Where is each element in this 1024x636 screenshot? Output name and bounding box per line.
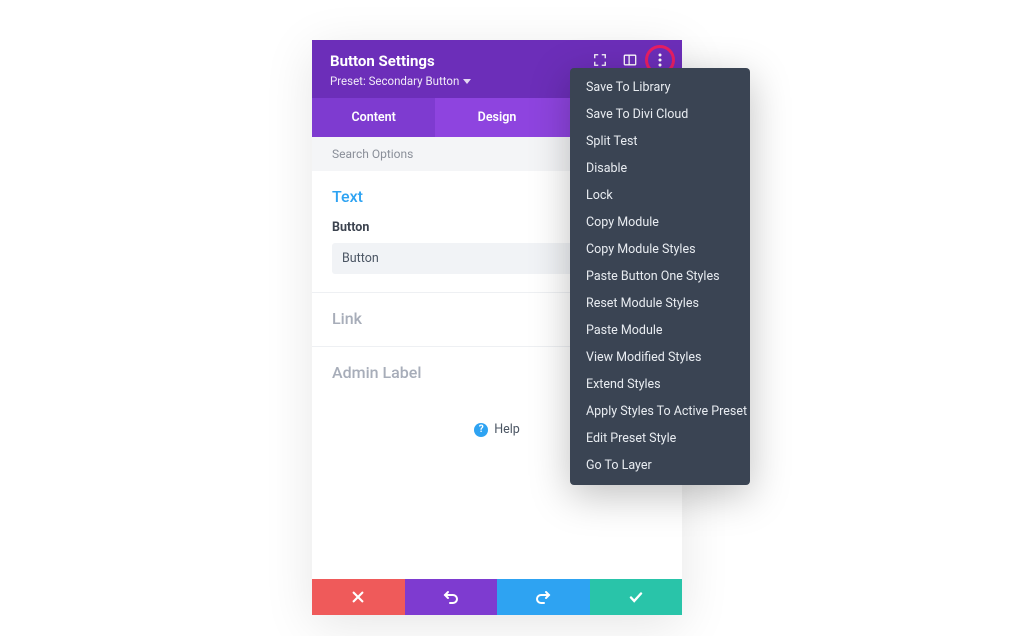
menu-lock[interactable]: Lock [570, 182, 750, 209]
redo-button[interactable] [497, 579, 590, 615]
menu-copy-module[interactable]: Copy Module [570, 209, 750, 236]
menu-apply-styles-active-preset[interactable]: Apply Styles To Active Preset [570, 398, 750, 425]
preset-label: Preset: Secondary Button [330, 74, 459, 88]
menu-paste-button-styles[interactable]: Paste Button One Styles [570, 263, 750, 290]
menu-go-to-layer[interactable]: Go To Layer [570, 452, 750, 479]
check-icon [628, 589, 644, 605]
redo-icon [535, 589, 551, 605]
search-placeholder: Search Options [332, 147, 413, 161]
cancel-button[interactable] [312, 579, 405, 615]
menu-save-to-library[interactable]: Save To Library [570, 74, 750, 101]
menu-extend-styles[interactable]: Extend Styles [570, 371, 750, 398]
close-icon [351, 590, 365, 604]
undo-icon [443, 589, 459, 605]
caret-down-icon [463, 79, 471, 84]
menu-disable[interactable]: Disable [570, 155, 750, 182]
menu-copy-module-styles[interactable]: Copy Module Styles [570, 236, 750, 263]
footer-actions [312, 579, 682, 615]
help-icon: ? [474, 423, 488, 437]
help-label: Help [494, 422, 520, 437]
undo-button[interactable] [405, 579, 498, 615]
tab-content[interactable]: Content [312, 98, 435, 137]
expand-icon[interactable] [592, 52, 608, 68]
save-button[interactable] [590, 579, 683, 615]
menu-reset-module-styles[interactable]: Reset Module Styles [570, 290, 750, 317]
menu-split-test[interactable]: Split Test [570, 128, 750, 155]
menu-save-to-divi-cloud[interactable]: Save To Divi Cloud [570, 101, 750, 128]
menu-view-modified-styles[interactable]: View Modified Styles [570, 344, 750, 371]
menu-edit-preset-style[interactable]: Edit Preset Style [570, 425, 750, 452]
menu-paste-module[interactable]: Paste Module [570, 317, 750, 344]
context-menu: Save To Library Save To Divi Cloud Split… [570, 68, 750, 485]
sidebar-toggle-icon[interactable] [622, 52, 638, 68]
kebab-menu-icon[interactable] [652, 52, 668, 68]
header-icon-group [592, 52, 668, 68]
tab-design[interactable]: Design [435, 98, 558, 137]
